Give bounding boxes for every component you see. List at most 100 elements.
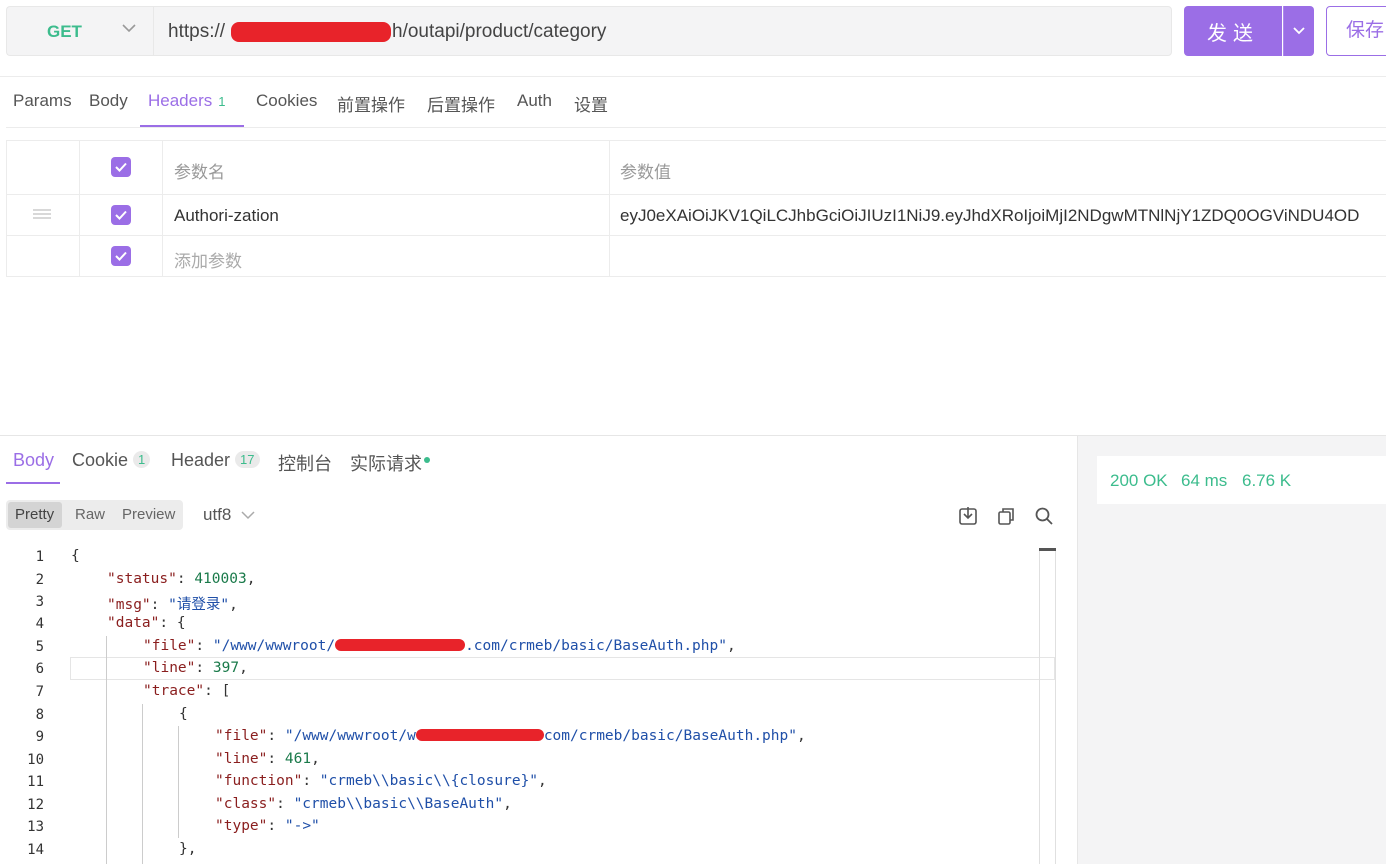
response-time: 64 ms bbox=[1181, 471, 1228, 490]
tab-cookies[interactable]: Cookies bbox=[256, 91, 317, 111]
active-tab-indicator bbox=[6, 482, 60, 484]
line-number: 10 bbox=[27, 752, 44, 768]
response-tab-cookie-label: Cookie bbox=[72, 450, 129, 470]
json-number: 461 bbox=[284, 751, 312, 767]
chevron-down-icon bbox=[1293, 27, 1305, 35]
line-number: 13 bbox=[27, 819, 44, 835]
url-prefix-text: https:// bbox=[168, 21, 226, 42]
tab-post-request[interactable]: 后置操作 bbox=[427, 91, 495, 116]
response-tab-cookie[interactable]: Cookie 1 bbox=[72, 450, 151, 471]
indent-guide bbox=[106, 636, 107, 864]
divider bbox=[0, 76, 1386, 77]
view-pretty[interactable]: Pretty bbox=[15, 506, 54, 523]
view-preview[interactable]: Preview bbox=[122, 506, 175, 523]
json-string: "crmeb\\basic\\BaseAuth" bbox=[293, 796, 504, 812]
new-row-checkbox[interactable] bbox=[111, 246, 131, 266]
method-label: GET bbox=[47, 22, 82, 41]
json-number: 410003 bbox=[194, 571, 247, 587]
code-line: "msg": "请登录", bbox=[107, 597, 238, 613]
code-line: "class": "crmeb\\basic\\BaseAuth", bbox=[215, 796, 512, 812]
header-value-field[interactable]: eyJ0eXAiOiJKV1QiLCJhbGciOiJIUzI1NiJ9.eyJ… bbox=[620, 206, 1386, 226]
line-number: 7 bbox=[35, 684, 44, 700]
status-dot bbox=[424, 457, 430, 463]
json-string: "->" bbox=[284, 818, 320, 834]
tab-pre-request[interactable]: 前置操作 bbox=[337, 91, 405, 116]
redaction-mark bbox=[231, 22, 391, 42]
line-number: 9 bbox=[35, 729, 44, 745]
row-checkbox[interactable] bbox=[111, 205, 131, 225]
send-options-button[interactable] bbox=[1283, 6, 1314, 56]
code-line: "file": "/www/wwwroot/.com/crmeb/basic/B… bbox=[143, 638, 736, 654]
response-tab-console[interactable]: 控制台 bbox=[278, 450, 332, 476]
response-tab-actual-request[interactable]: 实际请求 bbox=[350, 450, 422, 476]
view-raw[interactable]: Raw bbox=[75, 506, 105, 523]
json-string: "/www/wwwroot/ bbox=[212, 638, 336, 654]
code-line: "trace": [ bbox=[143, 683, 231, 699]
code-line: "line": 397, bbox=[143, 660, 248, 676]
code-line: { bbox=[179, 706, 188, 722]
code-line: "data": { bbox=[107, 615, 186, 631]
line-number: 2 bbox=[35, 572, 44, 588]
send-button[interactable]: 发送 bbox=[1184, 6, 1282, 56]
json-key: "function" bbox=[215, 773, 303, 789]
code-line: "file": "/www/wwwroot/w com/crmeb/basic/B… bbox=[215, 728, 806, 744]
response-size: 6.76 K bbox=[1242, 471, 1292, 490]
line-number: 8 bbox=[35, 707, 44, 723]
redaction-mark bbox=[335, 639, 466, 651]
json-string: "/www/wwwroot/w bbox=[284, 728, 416, 744]
json-key: "status" bbox=[107, 571, 177, 587]
json-string: .com/crmeb/basic/BaseAuth.php" bbox=[465, 638, 727, 654]
indent-guide bbox=[178, 726, 179, 838]
json-string: "请登录" bbox=[168, 597, 230, 613]
tab-auth[interactable]: Auth bbox=[517, 91, 552, 111]
table-col-divider bbox=[79, 140, 80, 277]
table-row-divider bbox=[6, 194, 1386, 195]
cookie-count-badge: 1 bbox=[133, 451, 151, 468]
line-number: 14 bbox=[27, 842, 44, 858]
select-all-checkbox[interactable] bbox=[111, 157, 131, 177]
scrollbar[interactable] bbox=[1039, 548, 1056, 864]
scrollbar-thumb[interactable] bbox=[1039, 548, 1056, 551]
table-col-divider bbox=[162, 140, 163, 277]
json-key: "data" bbox=[107, 615, 160, 631]
line-number: 1 bbox=[35, 549, 44, 565]
tab-body[interactable]: Body bbox=[89, 91, 128, 111]
json-key: "line" bbox=[215, 751, 268, 767]
column-header-name: 参数名 bbox=[174, 163, 225, 182]
tab-params[interactable]: Params bbox=[13, 91, 72, 111]
code-line: "type": "->" bbox=[215, 818, 320, 834]
json-key: "msg" bbox=[107, 597, 151, 613]
redaction-mark bbox=[415, 729, 544, 741]
drag-handle-icon[interactable] bbox=[33, 208, 51, 220]
response-tab-header[interactable]: Header 17 bbox=[171, 450, 260, 471]
line-number: 12 bbox=[27, 797, 44, 813]
indent-guide bbox=[142, 704, 143, 864]
add-param-input[interactable]: 添加参数 bbox=[174, 247, 242, 272]
json-key: "file" bbox=[143, 638, 196, 654]
check-icon bbox=[115, 162, 127, 172]
code-line: }, bbox=[179, 841, 197, 857]
json-key: "class" bbox=[215, 796, 277, 812]
code-line: "status": 410003, bbox=[107, 571, 256, 587]
encoding-select[interactable]: utf8 bbox=[203, 505, 231, 525]
column-header-value: 参数值 bbox=[620, 163, 671, 182]
search-icon[interactable] bbox=[1034, 506, 1054, 526]
line-number: 4 bbox=[35, 616, 44, 632]
copy-icon[interactable] bbox=[996, 506, 1016, 526]
code-line: "line": 461, bbox=[215, 751, 320, 767]
chevron-down-icon[interactable] bbox=[121, 22, 137, 34]
chevron-down-icon[interactable] bbox=[241, 510, 255, 520]
json-key: "line" bbox=[143, 660, 196, 676]
tab-headers[interactable]: Headers 1 bbox=[148, 91, 226, 111]
header-name-field[interactable]: Authori-zation bbox=[174, 206, 279, 226]
tab-headers-label: Headers bbox=[148, 91, 213, 110]
url-path-text: h/outapi/product/category bbox=[392, 21, 607, 42]
line-number: 3 bbox=[35, 594, 44, 610]
line-number: 11 bbox=[27, 774, 44, 790]
download-icon[interactable] bbox=[958, 506, 978, 526]
response-tab-body[interactable]: Body bbox=[13, 450, 54, 471]
json-string: "crmeb\\basic\\{closure}" bbox=[319, 773, 539, 789]
header-count-badge: 17 bbox=[235, 451, 260, 468]
tab-settings[interactable]: 设置 bbox=[574, 91, 608, 116]
save-button[interactable]: 保存 bbox=[1326, 6, 1386, 56]
